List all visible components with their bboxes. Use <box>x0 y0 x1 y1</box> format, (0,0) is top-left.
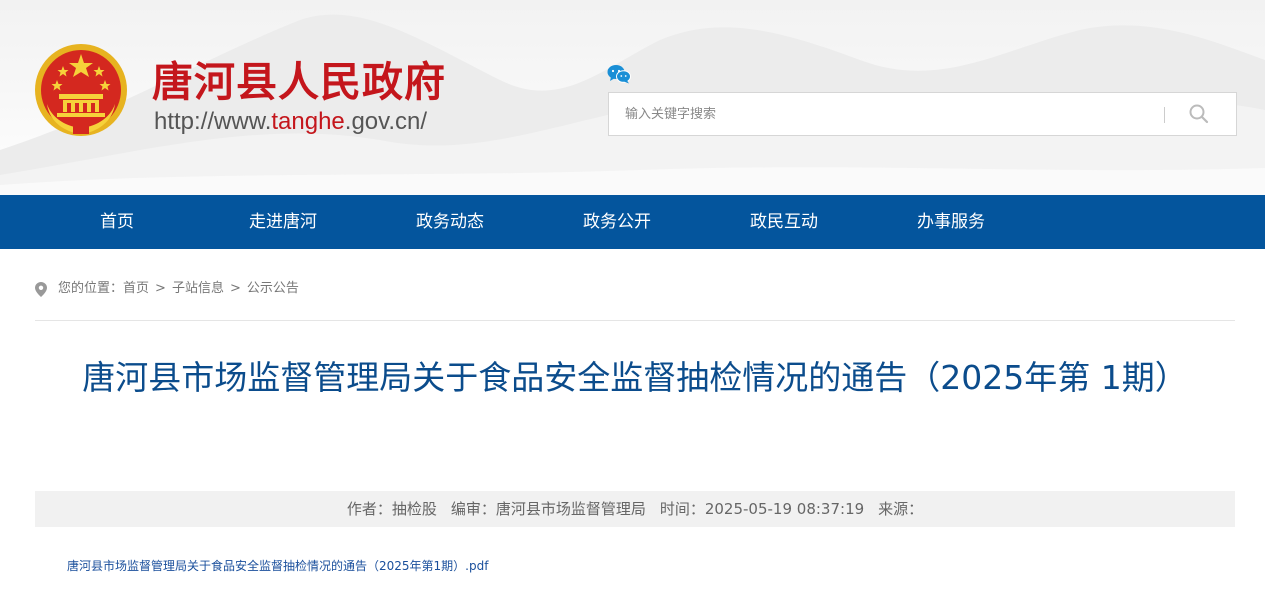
nav-item-home[interactable]: 首页 <box>100 195 134 249</box>
nav-item-government-news[interactable]: 政务动态 <box>416 195 484 249</box>
breadcrumb-separator: > <box>155 281 166 296</box>
site-url-prefix: http://www. <box>154 108 272 135</box>
location-pin-icon <box>35 282 47 297</box>
breadcrumb-item-announcements[interactable]: 公示公告 <box>247 281 299 296</box>
national-emblem-icon <box>35 44 127 136</box>
breadcrumb-item-substation[interactable]: 子站信息 <box>172 281 224 296</box>
site-name: 唐河县人民政府 <box>152 58 446 106</box>
meta-time: 时间：2025-05-19 08:37:19 <box>659 500 865 518</box>
main-nav: 首页 走进唐河 政务动态 政务公开 政民互动 办事服务 <box>0 195 1265 249</box>
breadcrumb-item-home[interactable]: 首页 <box>123 281 149 296</box>
site-header: 唐河县人民政府 http://www.tanghe.gov.cn/ <box>0 0 1265 195</box>
breadcrumb-divider <box>35 320 1235 321</box>
site-url: http://www.tanghe.gov.cn/ <box>154 108 427 136</box>
nav-item-about-tanghe[interactable]: 走进唐河 <box>249 195 317 249</box>
site-url-suffix: .gov.cn/ <box>344 108 428 135</box>
breadcrumb-prefix: 您的位置： <box>58 281 124 296</box>
attachment-link[interactable]: 唐河县市场监督管理局关于食品安全监督抽检情况的通告（2025年第1期）.pdf <box>67 557 488 575</box>
meta-author: 作者：抽检股 <box>346 500 437 518</box>
search-button[interactable] <box>1174 99 1224 129</box>
search-box <box>608 92 1237 136</box>
meta-source: 来源： <box>878 500 924 518</box>
search-divider <box>1164 107 1165 123</box>
nav-item-services[interactable]: 办事服务 <box>917 195 985 249</box>
wechat-icon[interactable] <box>607 64 631 84</box>
nav-item-government-disclosure[interactable]: 政务公开 <box>583 195 651 249</box>
article-meta: 作者：抽检股 编审：唐河县市场监督管理局 时间：2025-05-19 08:37:1… <box>35 491 1235 527</box>
breadcrumb-trail: 您的位置：首页 > 子站信息 > 公示公告 <box>58 278 299 300</box>
search-input[interactable] <box>609 93 1164 135</box>
meta-editor: 编审：唐河县市场监督管理局 <box>450 500 646 518</box>
breadcrumb-separator: > <box>229 281 241 296</box>
nav-item-public-interaction[interactable]: 政民互动 <box>750 195 818 249</box>
site-url-highlight: tanghe <box>271 108 345 135</box>
article-title: 唐河县市场监督管理局关于食品安全监督抽检情况的通告（2025年第 1期） <box>82 358 1188 397</box>
search-icon <box>1189 104 1209 124</box>
